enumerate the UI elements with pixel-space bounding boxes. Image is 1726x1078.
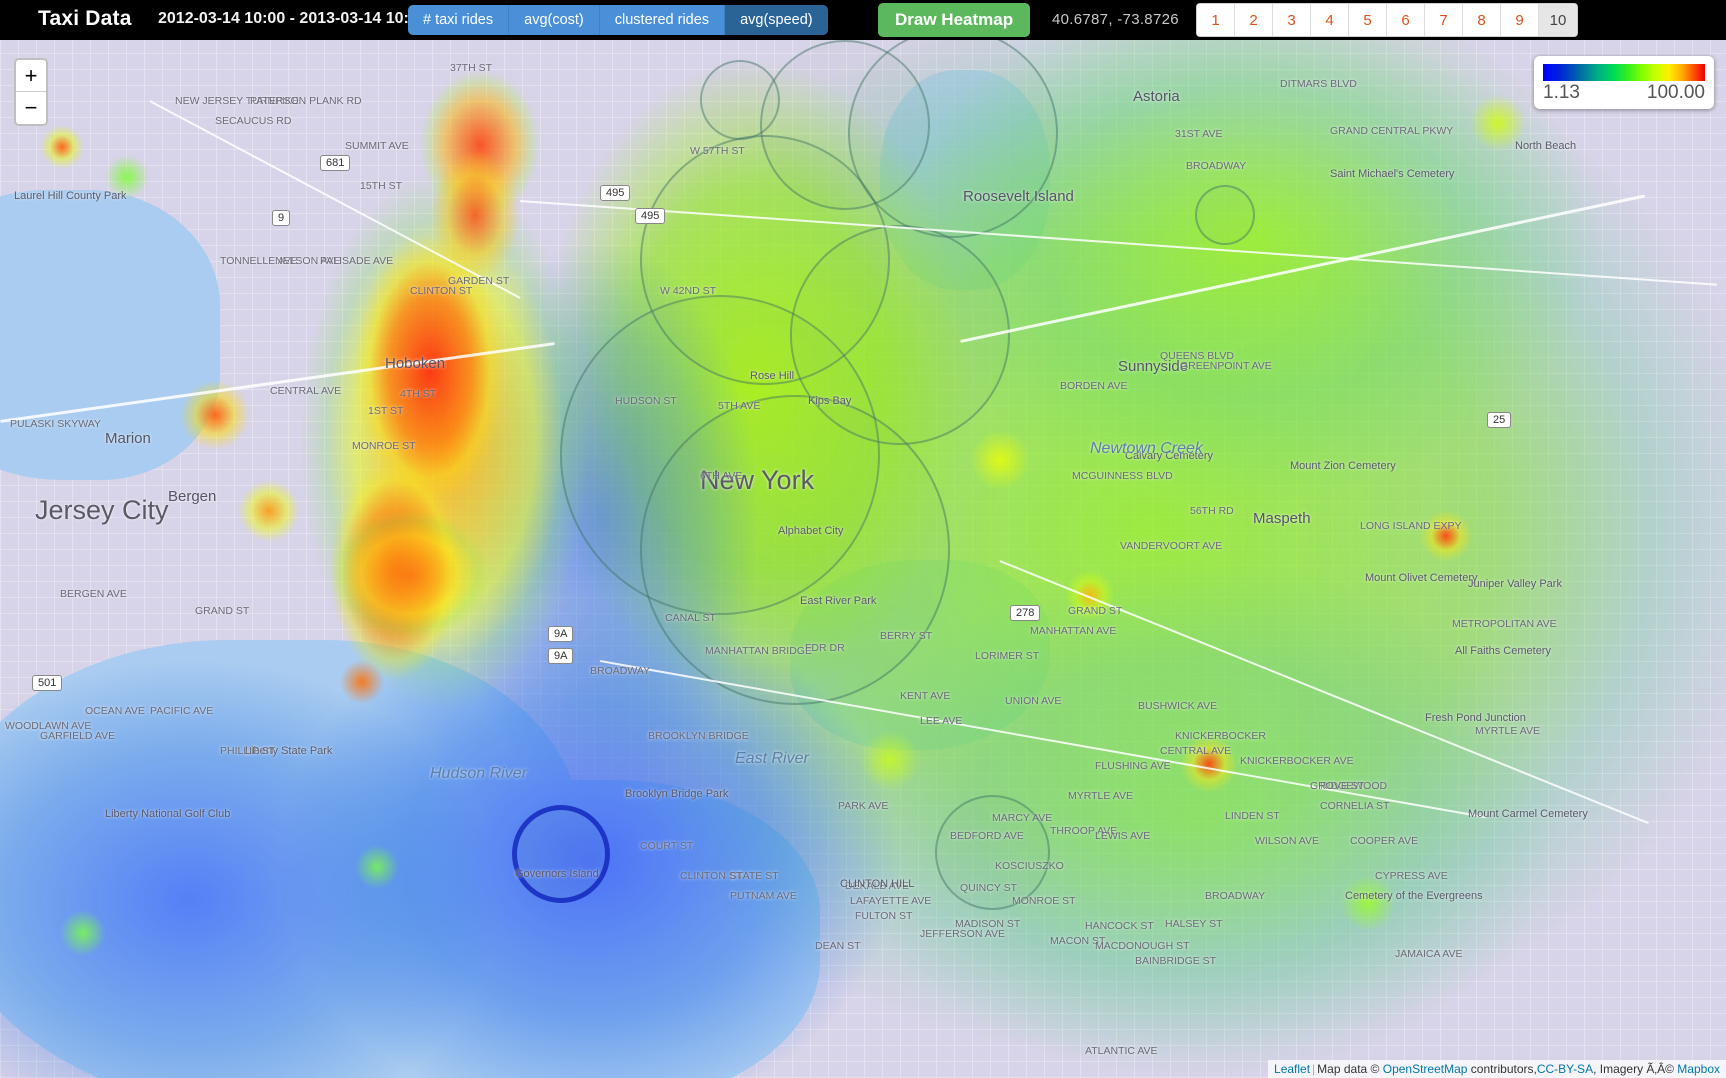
cluster-circle-selected (512, 805, 610, 903)
heat-blob (1470, 95, 1526, 151)
page-button-6[interactable]: 6 (1387, 4, 1425, 36)
legend-range: 1.13 100.00 (1543, 82, 1705, 104)
heat-blob (60, 910, 106, 956)
leaflet-link[interactable]: Leaflet (1274, 1062, 1310, 1076)
mapbox-link[interactable]: Mapbox (1677, 1062, 1720, 1076)
cluster-circle (935, 795, 1050, 910)
heat-blob (355, 845, 399, 889)
metric-button-group[interactable]: # taxi rides avg(cost) clustered rides a… (408, 5, 828, 35)
cc-by-sa-link[interactable]: CC-BY-SA (1537, 1062, 1593, 1076)
draw-heatmap-button[interactable]: Draw Heatmap (878, 3, 1031, 37)
heat-blob (1065, 570, 1115, 620)
page-button-3[interactable]: 3 (1273, 4, 1311, 36)
page-button-7[interactable]: 7 (1425, 4, 1463, 36)
heat-blob (340, 660, 384, 704)
heat-blob (1340, 875, 1396, 931)
legend-colorbar (1543, 64, 1705, 81)
legend-max-value: 100.00 (1646, 82, 1705, 103)
metric-button-avg-speed[interactable]: avg(speed) (725, 5, 828, 35)
attribution-prefix: Map data © (1317, 1062, 1380, 1076)
pagination[interactable]: 1 2 3 4 5 6 7 8 9 10 (1196, 3, 1578, 37)
metric-button-avg-cost[interactable]: avg(cost) (509, 5, 600, 35)
taxi-data-app: Taxi Data 2012-03-14 10:00 - 2013-03-14 … (0, 0, 1726, 1078)
date-range-label: 2012-03-14 10:00 - 2013-03-14 10:00 (158, 10, 410, 27)
page-button-1[interactable]: 1 (1197, 4, 1235, 36)
coordinates-readout: 40.6787, -73.8726 (1052, 11, 1179, 28)
leaflet-map[interactable]: Jersey City New York Hoboken Marion Bergen As… (0, 40, 1726, 1078)
map-attribution: Leaflet | Map data © OpenStreetMap contrib… (1268, 1060, 1726, 1078)
heatmap-legend: 1.13 100.00 (1534, 56, 1714, 109)
openstreetmap-link[interactable]: OpenStreetMap (1383, 1062, 1468, 1076)
top-toolbar: Taxi Data 2012-03-14 10:00 - 2013-03-14 … (0, 0, 1726, 40)
attribution-contributors: contributors, (1470, 1062, 1537, 1076)
page-button-4[interactable]: 4 (1311, 4, 1349, 36)
heat-blob (970, 430, 1030, 490)
page-button-5[interactable]: 5 (1349, 4, 1387, 36)
page-button-10[interactable]: 10 (1539, 4, 1577, 36)
heat-blob (105, 155, 149, 199)
cluster-circle (1195, 185, 1255, 245)
metric-button-clustered-rides[interactable]: clustered rides (599, 5, 726, 35)
page-button-2[interactable]: 2 (1235, 4, 1273, 36)
attribution-imagery: , Imagery Ã‚Â© (1593, 1062, 1674, 1076)
heat-blob (430, 150, 520, 280)
legend-min-value: 1.13 (1543, 82, 1580, 103)
page-button-9[interactable]: 9 (1501, 4, 1539, 36)
metric-button-taxi-rides[interactable]: # taxi rides (408, 5, 510, 35)
app-title: Taxi Data (38, 7, 132, 30)
heat-blob (40, 125, 84, 169)
heat-blob (330, 510, 490, 640)
heat-blob (860, 730, 920, 790)
heat-blob (1420, 510, 1472, 562)
cluster-circle (640, 395, 950, 705)
zoom-in-button[interactable]: + (16, 60, 46, 92)
heat-blob (238, 480, 300, 542)
zoom-control[interactable]: + − (14, 58, 48, 126)
page-button-8[interactable]: 8 (1463, 4, 1501, 36)
zoom-out-button[interactable]: − (16, 92, 46, 124)
